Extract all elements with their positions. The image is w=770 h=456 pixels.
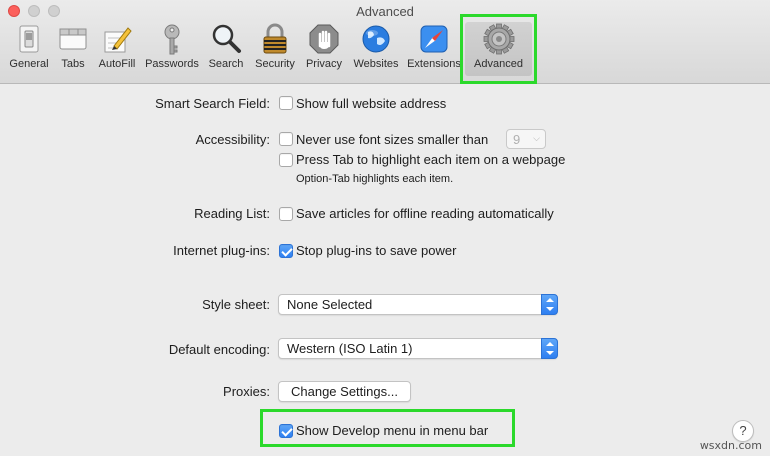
min-font-size-label: Never use font sizes smaller than [296,132,489,147]
tab-tabs[interactable]: Tabs [54,22,92,76]
popup-arrows-icon [541,338,558,359]
tab-highlight-label: Press Tab to highlight each item on a we… [296,152,566,167]
window-title: Advanced [356,4,414,19]
tab-security[interactable]: Security [252,22,298,76]
show-develop-menu-checkbox[interactable] [279,424,293,438]
style-sheet-label: Style sheet: [202,297,270,312]
min-font-size-checkbox[interactable] [279,132,293,146]
tab-general[interactable]: General [6,22,52,76]
plugins-label: Internet plug-ins: [173,243,270,258]
magnifier-icon [212,24,241,53]
chevron-down-icon: ⌵ [533,133,540,143]
tab-websites[interactable]: Websites [351,22,401,76]
stop-plugins-label: Stop plug-ins to save power [296,243,457,258]
tab-passwords[interactable]: Passwords [143,22,201,76]
encoding-value: Western (ISO Latin 1) [287,341,413,356]
change-settings-button[interactable]: Change Settings... [278,381,411,402]
show-develop-menu-label: Show Develop menu in menu bar [296,423,489,438]
gear-icon [483,23,514,55]
preferences-window: Advanced General Tabs AutoFill Passwords… [0,0,770,456]
tab-highlight-checkbox[interactable] [279,153,293,167]
tab-privacy[interactable]: Privacy [303,22,345,76]
general-switch-icon [19,25,39,53]
reading-list-label: Reading List: [194,206,270,221]
option-tab-note: Option-Tab highlights each item. [296,173,454,185]
min-font-size-select[interactable]: 9 ⌵ [506,129,546,149]
encoding-label: Default encoding: [168,342,270,357]
smart-search-label: Smart Search Field: [155,96,270,111]
padlock-icon [263,23,287,54]
style-sheet-value: None Selected [287,297,373,312]
show-full-address-checkbox[interactable] [279,96,293,110]
window-toolbar: Advanced General Tabs AutoFill Passwords… [0,0,770,84]
style-sheet-popup[interactable]: None Selected [278,294,558,315]
offline-reading-checkbox[interactable] [279,207,293,221]
globe-icon [362,25,390,53]
popup-arrows-icon [541,294,558,315]
tab-advanced[interactable]: Advanced [465,22,532,76]
tab-search[interactable]: Search [206,22,246,76]
hand-icon [309,24,339,54]
key-icon [164,24,180,55]
watermark-text: wsxdn.com [699,439,762,452]
tab-extensions[interactable]: Extensions [406,22,462,76]
min-font-size-value: 9 [513,132,521,147]
show-full-address-label: Show full website address [296,96,447,111]
puzzle-compass-icon [420,25,448,53]
accessibility-label: Accessibility: [195,132,270,147]
proxies-label: Proxies: [223,384,270,399]
stop-plugins-checkbox[interactable] [279,244,293,258]
tabs-icon [59,28,87,50]
tab-autofill[interactable]: AutoFill [95,22,139,76]
encoding-popup[interactable]: Western (ISO Latin 1) [278,338,558,359]
pencil-form-icon [104,27,132,53]
offline-reading-label: Save articles for offline reading automa… [296,206,554,221]
